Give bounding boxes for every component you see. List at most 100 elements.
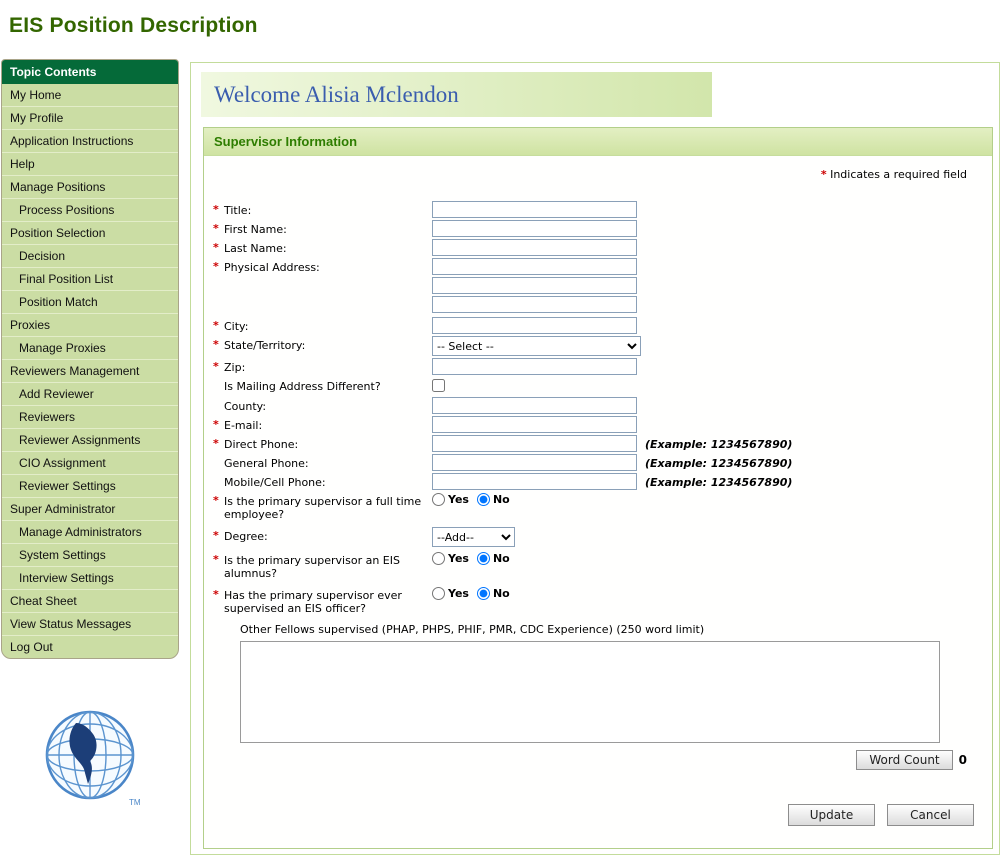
last-name-input[interactable] xyxy=(432,239,637,256)
email-input[interactable] xyxy=(432,416,637,433)
mailing-different-label: Is Mailing Address Different? xyxy=(224,380,381,393)
word-count-row: Word Count 0 xyxy=(240,750,967,770)
mailing-different-checkbox[interactable] xyxy=(432,379,445,392)
page-title: EIS Position Description xyxy=(9,14,258,38)
sidebar-item-proxies[interactable]: Proxies xyxy=(2,314,178,337)
required-marker: * xyxy=(213,260,219,273)
county-input[interactable] xyxy=(432,397,637,414)
sidebar-item-manage-administrators[interactable]: Manage Administrators xyxy=(2,521,178,544)
eis-alumnus-no-radio[interactable] xyxy=(477,552,490,565)
eis-alumnus-label: Is the primary supervisor an EIS alumnus… xyxy=(224,554,400,580)
sidebar-item-super-administrator[interactable]: Super Administrator xyxy=(2,498,178,521)
other-fellows-textarea[interactable] xyxy=(240,641,940,743)
first-name-input[interactable] xyxy=(432,220,637,237)
sidebar-item-my-profile[interactable]: My Profile xyxy=(2,107,178,130)
sidebar-item-log-out[interactable]: Log Out xyxy=(2,636,178,658)
sidebar-item-cheat-sheet[interactable]: Cheat Sheet xyxy=(2,590,178,613)
full-time-no-radio[interactable] xyxy=(477,493,490,506)
sidebar-item-system-settings[interactable]: System Settings xyxy=(2,544,178,567)
welcome-banner: Welcome Alisia Mclendon xyxy=(201,72,712,117)
sidebar-item-final-position-list[interactable]: Final Position List xyxy=(2,268,178,291)
form-row-direct-phone: * Direct Phone: (Example: 1234567890) xyxy=(213,435,983,452)
form-row-county: County: xyxy=(213,397,983,414)
form-row-physical-address: * Physical Address: xyxy=(213,258,983,315)
mobile-phone-label: Mobile/Cell Phone: xyxy=(224,476,326,489)
form-row-email: * E-mail: xyxy=(213,416,983,433)
sidebar-item-interview-settings[interactable]: Interview Settings xyxy=(2,567,178,590)
supervised-eis-no-radio[interactable] xyxy=(477,587,490,600)
title-input[interactable] xyxy=(432,201,637,218)
city-label: City: xyxy=(224,320,248,333)
general-phone-input[interactable] xyxy=(432,454,637,471)
sidebar-item-application-instructions[interactable]: Application Instructions xyxy=(2,130,178,153)
required-marker: * xyxy=(213,241,219,254)
sidebar-item-manage-positions[interactable]: Manage Positions xyxy=(2,176,178,199)
panel-body: * Indicates a required field * Title: * … xyxy=(204,168,992,770)
sidebar-item-cio-assignment[interactable]: CIO Assignment xyxy=(2,452,178,475)
title-label: Title: xyxy=(224,204,251,217)
update-button[interactable]: Update xyxy=(788,804,875,826)
sidebar-header: Topic Contents xyxy=(2,60,178,84)
state-select[interactable]: -- Select -- xyxy=(432,336,641,356)
panel-title: Supervisor Information xyxy=(204,128,992,156)
form-row-last-name: * Last Name: xyxy=(213,239,983,256)
physical-address-label: Physical Address: xyxy=(224,261,320,274)
form-row-degree: * Degree: --Add-- xyxy=(213,527,983,547)
physical-address-line2-input[interactable] xyxy=(432,277,637,294)
sidebar-item-my-home[interactable]: My Home xyxy=(2,84,178,107)
sidebar-item-process-positions[interactable]: Process Positions xyxy=(2,199,178,222)
sidebar-item-decision[interactable]: Decision xyxy=(2,245,178,268)
required-marker: * xyxy=(213,588,219,601)
required-marker: * xyxy=(213,222,219,235)
supervised-eis-yes-radio[interactable] xyxy=(432,587,445,600)
other-fellows-label: Other Fellows supervised (PHAP, PHPS, PH… xyxy=(240,623,983,636)
direct-phone-label: Direct Phone: xyxy=(224,438,298,451)
general-phone-label: General Phone: xyxy=(224,457,309,470)
page: EIS Position Description Topic Contents … xyxy=(0,0,1002,857)
required-marker: * xyxy=(213,319,219,332)
state-label: State/Territory: xyxy=(224,339,305,352)
full-time-no-label: No xyxy=(493,493,510,506)
required-marker: * xyxy=(213,529,219,542)
cancel-button[interactable]: Cancel xyxy=(887,804,974,826)
required-marker: * xyxy=(213,360,219,373)
supervisor-information-panel: Supervisor Information * Indicates a req… xyxy=(203,127,993,849)
full-time-yes-radio[interactable] xyxy=(432,493,445,506)
word-count-button[interactable]: Word Count xyxy=(856,750,952,770)
full-time-label: Is the primary supervisor a full time em… xyxy=(224,495,421,521)
sidebar-item-manage-proxies[interactable]: Manage Proxies xyxy=(2,337,178,360)
sidebar-nav: My Home My Profile Application Instructi… xyxy=(2,84,178,658)
city-input[interactable] xyxy=(432,317,637,334)
sidebar-item-position-match[interactable]: Position Match xyxy=(2,291,178,314)
sidebar-item-help[interactable]: Help xyxy=(2,153,178,176)
direct-phone-input[interactable] xyxy=(432,435,637,452)
first-name-label: First Name: xyxy=(224,223,287,236)
form-row-zip: * Zip: xyxy=(213,358,983,375)
degree-label: Degree: xyxy=(224,530,268,543)
sidebar-item-position-selection[interactable]: Position Selection xyxy=(2,222,178,245)
form-row-eis-alumnus: * Is the primary supervisor an EIS alumn… xyxy=(213,551,983,580)
sidebar-item-view-status-messages[interactable]: View Status Messages xyxy=(2,613,178,636)
supervised-eis-yes-label: Yes xyxy=(448,587,469,600)
mobile-phone-input[interactable] xyxy=(432,473,637,490)
eis-alumnus-yes-radio[interactable] xyxy=(432,552,445,565)
sidebar: Topic Contents My Home My Profile Applic… xyxy=(1,59,179,659)
physical-address-line3-input[interactable] xyxy=(432,296,637,313)
zip-label: Zip: xyxy=(224,361,245,374)
zip-input[interactable] xyxy=(432,358,637,375)
sidebar-item-reviewer-assignments[interactable]: Reviewer Assignments xyxy=(2,429,178,452)
form-actions: Update Cancel xyxy=(788,804,974,826)
form-row-full-time: * Is the primary supervisor a full time … xyxy=(213,492,983,521)
form-row-mailing-different: Is Mailing Address Different? xyxy=(213,377,983,395)
required-marker: * xyxy=(213,494,219,507)
degree-select[interactable]: --Add-- xyxy=(432,527,515,547)
sidebar-item-add-reviewer[interactable]: Add Reviewer xyxy=(2,383,178,406)
required-field-note: * Indicates a required field xyxy=(213,168,967,181)
sidebar-item-reviewers-management[interactable]: Reviewers Management xyxy=(2,360,178,383)
direct-phone-example: (Example: 1234567890) xyxy=(645,435,792,451)
sidebar-item-reviewer-settings[interactable]: Reviewer Settings xyxy=(2,475,178,498)
physical-address-line1-input[interactable] xyxy=(432,258,637,275)
sidebar-item-reviewers[interactable]: Reviewers xyxy=(2,406,178,429)
form-row-first-name: * First Name: xyxy=(213,220,983,237)
required-marker: * xyxy=(213,437,219,450)
